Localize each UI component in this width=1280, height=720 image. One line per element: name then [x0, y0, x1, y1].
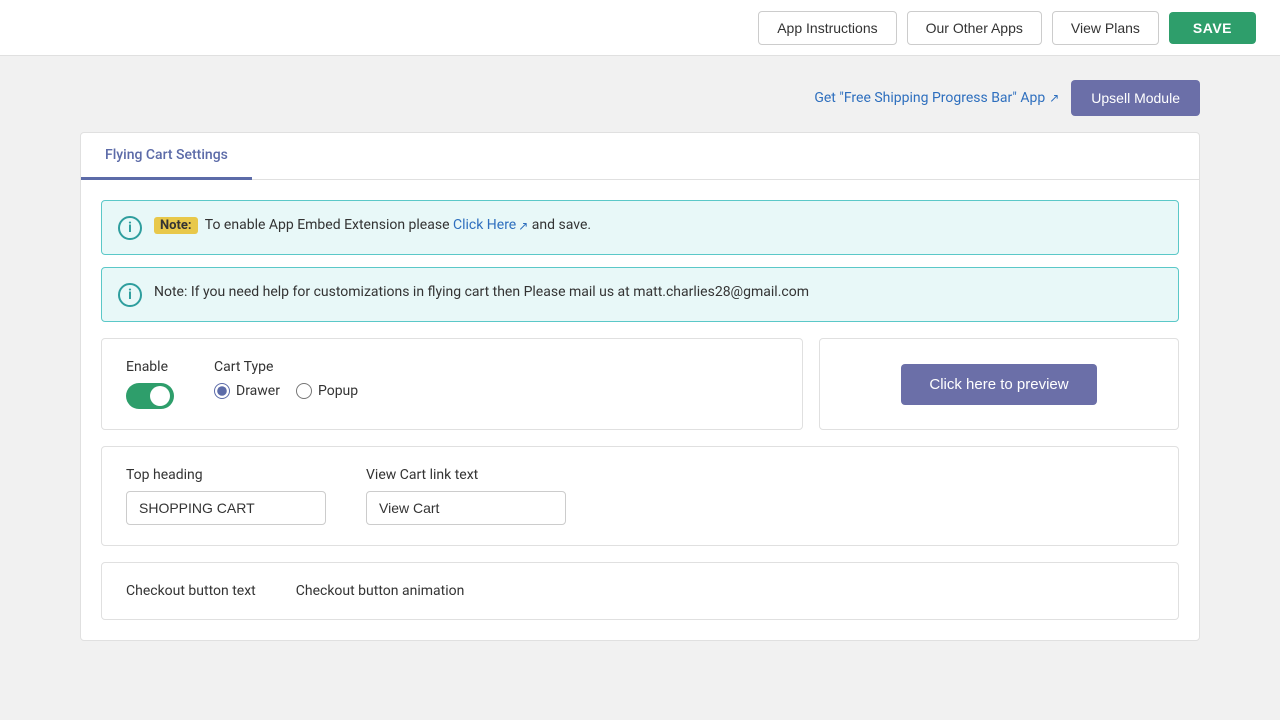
- drawer-option[interactable]: Drawer: [214, 383, 280, 399]
- cart-type-radio-group: Drawer Popup: [214, 383, 358, 399]
- preview-button[interactable]: Click here to preview: [901, 364, 1096, 405]
- top-heading-label: Top heading: [126, 467, 326, 483]
- card-inner-3: Checkout button text Checkout button ani…: [126, 583, 1154, 599]
- tab-container: Flying Cart Settings i Note: To enable A…: [80, 132, 1200, 641]
- cart-type-label: Cart Type: [214, 359, 358, 375]
- help-notice-text: Note: If you need help for customization…: [154, 282, 809, 303]
- embed-notice-box: i Note: To enable App Embed Extension pl…: [101, 200, 1179, 255]
- top-heading-input[interactable]: [126, 491, 326, 525]
- free-shipping-link[interactable]: Get "Free Shipping Progress Bar" App ↗: [814, 90, 1059, 106]
- checkout-animation-group: Checkout button animation: [296, 583, 465, 599]
- checkout-button-text-label: Checkout button text: [126, 583, 256, 599]
- card-inner-1: Enable Cart Type: [126, 359, 778, 409]
- enable-toggle-wrapper: [126, 383, 174, 409]
- popup-label: Popup: [318, 383, 358, 399]
- note-badge-1: Note:: [154, 217, 198, 234]
- checkout-card: Checkout button text Checkout button ani…: [101, 562, 1179, 620]
- settings-row-1: Enable Cart Type: [101, 338, 1179, 430]
- checkout-animation-label: Checkout button animation: [296, 583, 465, 599]
- save-button[interactable]: SAVE: [1169, 12, 1256, 44]
- drawer-radio[interactable]: [214, 383, 230, 399]
- enable-field-group: Enable: [126, 359, 174, 409]
- enable-label: Enable: [126, 359, 174, 375]
- info-icon-1: i: [118, 216, 142, 240]
- header: App Instructions Our Other Apps View Pla…: [0, 0, 1280, 56]
- tabs-bar: Flying Cart Settings: [81, 133, 1199, 180]
- view-plans-button[interactable]: View Plans: [1052, 11, 1159, 45]
- card-inner-2: Top heading View Cart link text: [126, 467, 1154, 525]
- preview-card: Click here to preview: [819, 338, 1179, 430]
- heading-viewcart-card: Top heading View Cart link text: [101, 446, 1179, 546]
- enable-toggle[interactable]: [126, 383, 174, 409]
- help-notice-box: i Note: If you need help for customizati…: [101, 267, 1179, 322]
- embed-notice-text: Note: To enable App Embed Extension plea…: [154, 215, 591, 236]
- checkout-button-text-group: Checkout button text: [126, 583, 256, 599]
- toggle-slider: [126, 383, 174, 409]
- view-cart-input[interactable]: [366, 491, 566, 525]
- external-link-icon-2: ↗: [518, 217, 528, 235]
- top-heading-field-group: Top heading: [126, 467, 326, 525]
- info-icon-2: i: [118, 283, 142, 307]
- upsell-module-button[interactable]: Upsell Module: [1071, 80, 1200, 116]
- external-link-icon: ↗: [1049, 91, 1059, 105]
- cart-type-field-group: Cart Type Drawer Popup: [214, 359, 358, 399]
- click-here-link[interactable]: Click Here ↗: [453, 215, 528, 236]
- drawer-label: Drawer: [236, 383, 280, 399]
- enable-cart-type-card: Enable Cart Type: [101, 338, 803, 430]
- popup-radio[interactable]: [296, 383, 312, 399]
- view-cart-field-group: View Cart link text: [366, 467, 566, 525]
- view-cart-label: View Cart link text: [366, 467, 566, 483]
- popup-option[interactable]: Popup: [296, 383, 358, 399]
- tab-content: i Note: To enable App Embed Extension pl…: [81, 180, 1199, 640]
- main-content: Get "Free Shipping Progress Bar" App ↗ U…: [0, 56, 1280, 681]
- tab-flying-cart-settings[interactable]: Flying Cart Settings: [81, 133, 252, 180]
- app-instructions-button[interactable]: App Instructions: [758, 11, 896, 45]
- other-apps-button[interactable]: Our Other Apps: [907, 11, 1042, 45]
- promo-bar: Get "Free Shipping Progress Bar" App ↗ U…: [80, 80, 1200, 116]
